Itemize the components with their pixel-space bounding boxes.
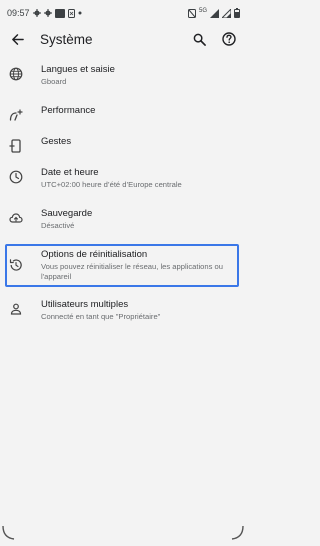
screenshot-icon: [67, 8, 75, 18]
toolbar: Système: [0, 26, 246, 52]
cloud-upload-icon: [8, 210, 24, 226]
item-sub: Connecté en tant que "Propriétaire": [41, 312, 161, 321]
status-time: 09:57: [7, 8, 30, 18]
item-label: Utilisateurs multiples: [41, 299, 129, 310]
clock-icon: [8, 169, 24, 185]
back-gesture-edge-icon: [2, 526, 15, 540]
search-icon: [193, 33, 206, 46]
list-item-date-time[interactable]: Date et heure UTC+02:00 heure d’été d’Eu…: [0, 167, 246, 190]
list-item-backup[interactable]: Sauvegarde Désactivé: [0, 208, 246, 231]
item-label: Langues et saisie: [41, 64, 115, 75]
item-label: Gestes: [41, 136, 72, 147]
signal-icon: [222, 8, 231, 18]
selection-highlight: [5, 244, 239, 287]
no-sim-icon: [187, 8, 196, 18]
performance-icon: [8, 107, 24, 123]
phone-gesture-icon: [8, 138, 24, 154]
list-item-languages[interactable]: Langues et saisie Gboard: [0, 64, 246, 87]
page-title: Système: [40, 31, 93, 47]
battery-icon: [234, 8, 240, 18]
list-item-performance[interactable]: Performance: [0, 105, 246, 123]
list-item-gestures[interactable]: Gestes: [0, 136, 246, 154]
back-button[interactable]: [6, 28, 28, 50]
person-icon: [8, 301, 24, 317]
item-sub: Gboard: [41, 77, 67, 86]
image-icon: [54, 8, 65, 18]
item-label: Performance: [41, 105, 96, 116]
item-sub: UTC+02:00 heure d’été d’Europe centrale: [41, 180, 182, 189]
gear-icon: [32, 9, 41, 17]
arrow-left-icon: [11, 33, 24, 45]
item-sub: Désactivé: [41, 221, 75, 230]
globe-icon: [8, 66, 24, 82]
back-gesture-edge-icon: [231, 526, 244, 540]
item-label: Date et heure: [41, 167, 99, 178]
item-label: Sauvegarde: [41, 208, 93, 219]
signal-icon: [210, 8, 219, 18]
network-type: 5G: [198, 8, 207, 14]
status-right: 5G: [187, 8, 240, 18]
gear-icon: [43, 9, 52, 17]
status-bar: 09:57 5G: [0, 0, 246, 26]
list-item-multiple-users[interactable]: Utilisateurs multiples Connecté en tant …: [0, 299, 246, 322]
dot-icon: [78, 11, 82, 15]
help-circle-icon: [222, 32, 236, 46]
search-button[interactable]: [188, 28, 210, 50]
status-left: 09:57: [7, 8, 82, 18]
help-button[interactable]: [218, 28, 240, 50]
